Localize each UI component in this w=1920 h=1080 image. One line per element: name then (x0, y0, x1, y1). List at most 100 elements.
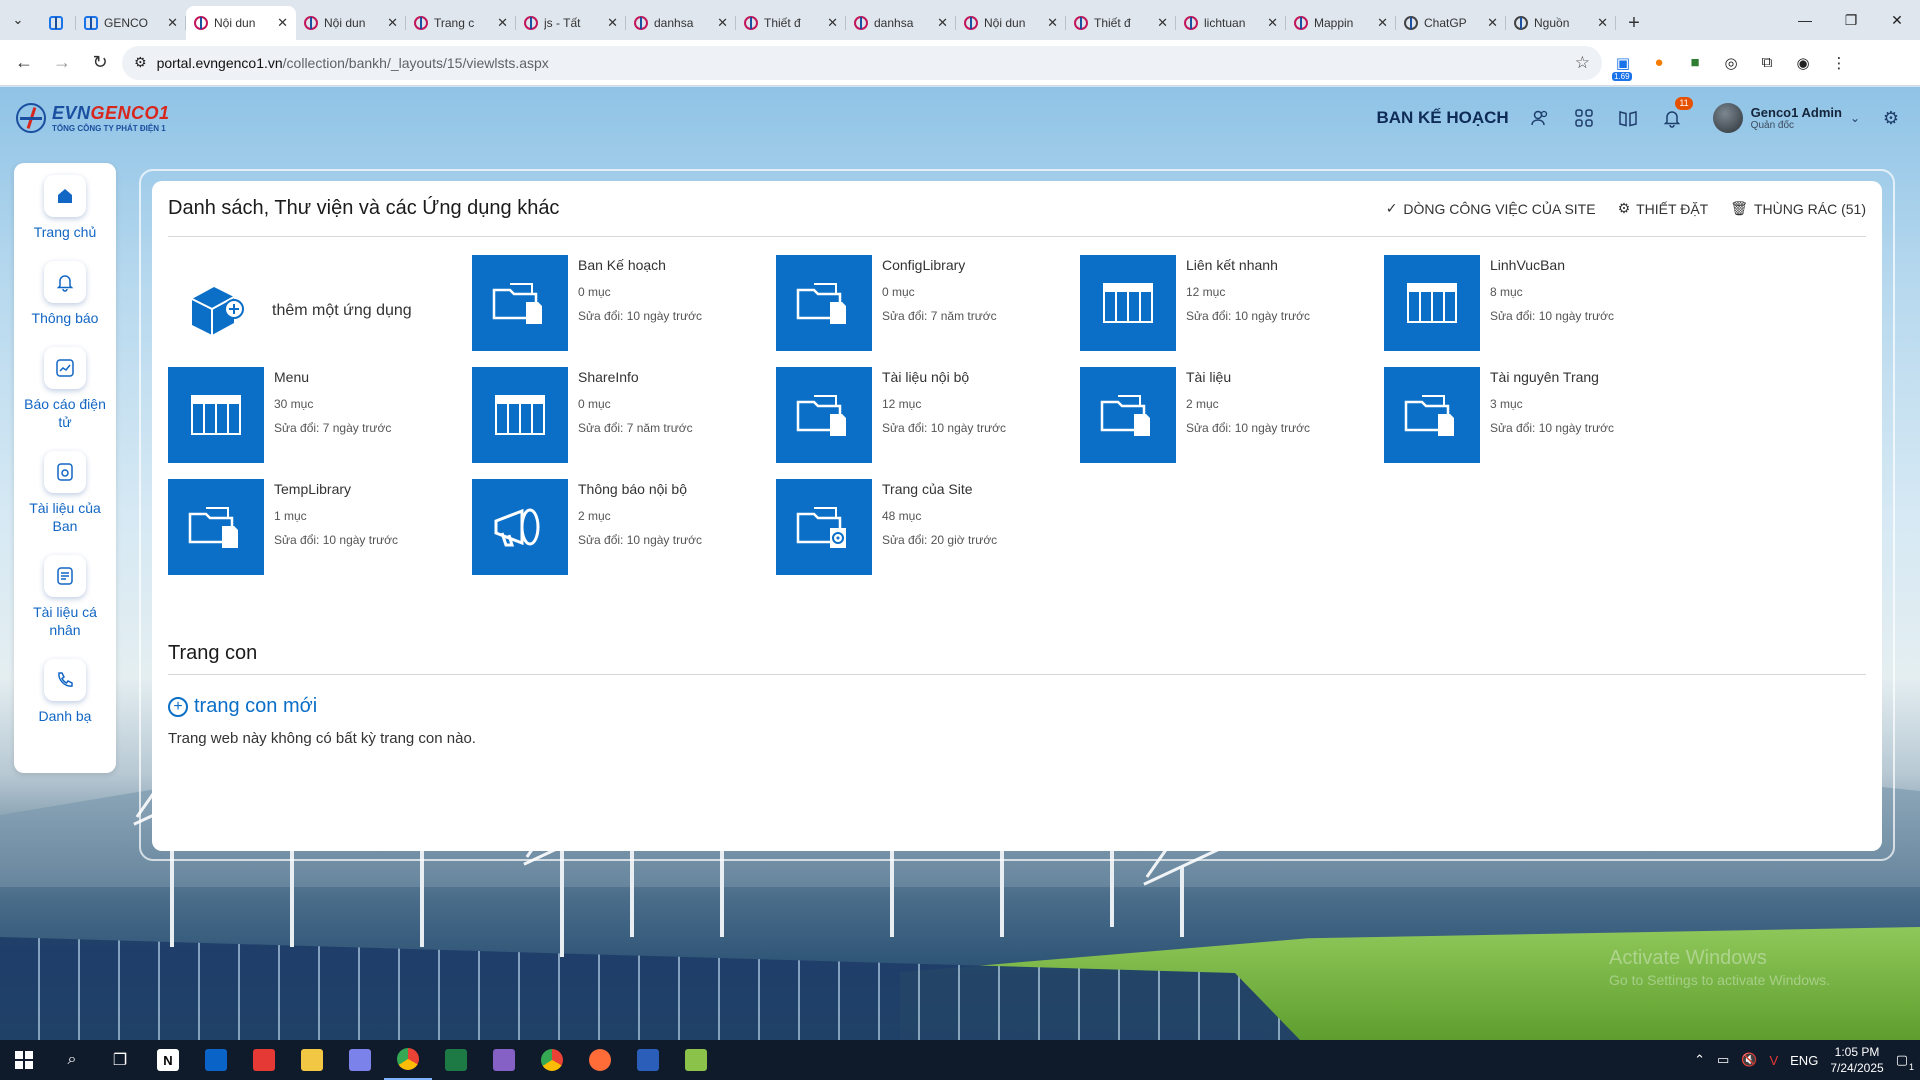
visual-studio-icon[interactable] (480, 1040, 528, 1080)
tile-name[interactable]: Tài nguyên Trang (1490, 369, 1614, 385)
chevron-up-icon[interactable]: ⌃ (1694, 1052, 1705, 1068)
close-tab-icon[interactable]: ✕ (717, 15, 728, 31)
new-tab-button[interactable]: + (1616, 6, 1652, 40)
forward-button[interactable]: → (46, 47, 78, 79)
close-tab-icon[interactable]: ✕ (387, 15, 398, 31)
list-icon[interactable] (168, 367, 264, 463)
browser-tab[interactable]: js - Tất ✕ (516, 6, 626, 40)
apps-grid-icon[interactable] (1571, 105, 1597, 131)
app-tile[interactable]: Liên kết nhanh 12 mục Sửa đổi: 10 ngày trư… (1080, 255, 1384, 367)
app-tile[interactable]: Tài liệu nội bộ 12 mục Sửa đổi: 10 ngày tr… (776, 367, 1080, 479)
volume-muted-icon[interactable]: 🔇 (1741, 1052, 1757, 1068)
browser-tab[interactable] (36, 6, 76, 40)
app-tile[interactable]: LinhVucBan 8 mục Sửa đổi: 10 ngày trước (1384, 255, 1688, 367)
extensions-puzzle-icon[interactable]: ⧉ (1752, 48, 1782, 78)
back-button[interactable]: ← (8, 47, 40, 79)
app-tile[interactable]: TempLibrary 1 mục Sửa đổi: 10 ngày trước (168, 479, 472, 591)
browser-tab[interactable]: Nội dun ✕ (296, 6, 406, 40)
postman-app-icon[interactable] (576, 1040, 624, 1080)
evn-genco1-logo[interactable]: EVNGENCO1 TỔNG CÔNG TY PHÁT ĐIỆN 1 (16, 103, 170, 133)
add-app-tile[interactable]: thêm một ứng dụng (168, 255, 472, 367)
app-tile[interactable]: ConfigLibrary 0 mục Sửa đổi: 7 năm trước (776, 255, 1080, 367)
close-tab-icon[interactable]: ✕ (1157, 15, 1168, 31)
clock[interactable]: 1:05 PM 7/24/2025 (1830, 1044, 1883, 1076)
tile-name[interactable]: Thông báo nội bộ (578, 481, 702, 497)
browser-tab[interactable]: Trang c ✕ (406, 6, 516, 40)
close-tab-icon[interactable]: ✕ (277, 15, 288, 31)
close-tab-icon[interactable]: ✕ (1487, 15, 1498, 31)
chrome-profile-icon[interactable] (528, 1040, 576, 1080)
app-tile[interactable]: Ban Kế hoạch 0 mục Sửa đổi: 10 ngày trước (472, 255, 776, 367)
department-title[interactable]: BAN KẾ HOẠCH (1376, 108, 1508, 128)
task-view-icon[interactable]: ❐ (96, 1040, 144, 1080)
tile-name[interactable]: Tài liệu (1186, 369, 1310, 385)
close-tab-icon[interactable]: ✕ (1047, 15, 1058, 31)
browser-tab[interactable]: Thiết đ ✕ (736, 6, 846, 40)
site-info-icon[interactable]: ⚙ (134, 54, 147, 71)
close-tab-icon[interactable]: ✕ (1597, 15, 1608, 31)
list-icon[interactable] (1384, 255, 1480, 351)
nav-item-e-reports[interactable]: Báo cáo điện tử (14, 347, 116, 431)
browser-menu-icon[interactable]: ⋮ (1824, 48, 1854, 78)
close-tab-icon[interactable]: ✕ (167, 15, 178, 31)
nav-item-notifications[interactable]: Thông báo (14, 261, 116, 327)
tile-name[interactable]: Ban Kế hoạch (578, 257, 702, 273)
excel-app-icon[interactable] (432, 1040, 480, 1080)
people-icon[interactable] (1527, 105, 1553, 131)
start-button[interactable] (0, 1040, 48, 1080)
tile-name[interactable]: TempLibrary (274, 481, 398, 497)
app-tile[interactable]: Trang của Site 48 mục Sửa đổi: 20 giờ trướ… (776, 479, 1080, 591)
site-workflows-link[interactable]: ✓ DÒNG CÔNG VIỆC CỦA SITE (1386, 200, 1596, 217)
close-tab-icon[interactable]: ✕ (497, 15, 508, 31)
megaphone-icon[interactable] (472, 479, 568, 575)
recycle-bin-link[interactable]: 🗑 THÙNG RÁC (51) (1730, 200, 1866, 217)
teams-app-icon[interactable] (336, 1040, 384, 1080)
tile-name[interactable]: Menu (274, 369, 391, 385)
settings-gear-icon[interactable]: ⚙ (1878, 105, 1904, 131)
browser-tab[interactable]: GENCO ✕ (76, 6, 186, 40)
nav-item-home[interactable]: Trang chủ (14, 175, 116, 241)
tile-name[interactable]: Tài liệu nội bộ (882, 369, 1006, 385)
outlook-app-icon[interactable] (192, 1040, 240, 1080)
close-window-button[interactable]: ✕ (1874, 0, 1920, 40)
close-tab-icon[interactable]: ✕ (1267, 15, 1278, 31)
notepadpp-app-icon[interactable] (672, 1040, 720, 1080)
app-tile[interactable]: Tài nguyên Trang 3 mục Sửa đổi: 10 ngày tr… (1384, 367, 1688, 479)
nav-item-contacts[interactable]: Danh bạ (14, 659, 116, 725)
app-tile[interactable]: Menu 30 mục Sửa đổi: 7 ngày trước (168, 367, 472, 479)
notification-bell-icon[interactable]: 11 (1659, 97, 1693, 131)
tile-name[interactable]: LinhVucBan (1490, 257, 1614, 273)
restore-button[interactable]: ❐ (1828, 0, 1874, 40)
extension-globe-icon[interactable]: ◎ (1716, 48, 1746, 78)
book-icon[interactable] (1615, 105, 1641, 131)
close-tab-icon[interactable]: ✕ (937, 15, 948, 31)
profile-icon[interactable]: ◉ (1788, 48, 1818, 78)
extension-green-icon[interactable]: ■ (1680, 48, 1710, 78)
document-library-icon[interactable] (776, 367, 872, 463)
tile-name[interactable]: Trang của Site (882, 481, 997, 497)
language-indicator[interactable]: ENG (1790, 1053, 1818, 1068)
browser-tab[interactable]: Nguồn ✕ (1506, 6, 1616, 40)
document-library-icon[interactable] (168, 479, 264, 575)
extension-counter-icon[interactable]: ▣ 1.69 (1608, 48, 1638, 81)
close-tab-icon[interactable]: ✕ (1377, 15, 1388, 31)
document-library-icon[interactable] (776, 255, 872, 351)
site-settings-link[interactable]: ⚙ THIẾT ĐẶT (1618, 200, 1709, 217)
minimize-button[interactable]: — (1782, 0, 1828, 40)
close-tab-icon[interactable]: ✕ (607, 15, 618, 31)
bookmark-star-icon[interactable]: ☆ (1575, 53, 1590, 73)
browser-tab[interactable]: danhsa ✕ (626, 6, 736, 40)
tile-name[interactable]: ConfigLibrary (882, 257, 997, 273)
list-icon[interactable] (472, 367, 568, 463)
notion-app-icon[interactable]: N (144, 1040, 192, 1080)
browser-tab[interactable]: ChatGP ✕ (1396, 6, 1506, 40)
reload-button[interactable]: ↻ (84, 47, 116, 79)
search-icon[interactable]: ⌕ (48, 1040, 96, 1080)
tile-name[interactable]: Liên kết nhanh (1186, 257, 1310, 273)
tile-name[interactable]: ShareInfo (578, 369, 693, 385)
list-icon[interactable] (1080, 255, 1176, 351)
browser-tab[interactable]: lichtuan ✕ (1176, 6, 1286, 40)
extension-orange-icon[interactable]: ● (1644, 48, 1674, 78)
vivaldi-tray-icon[interactable]: V (1769, 1053, 1778, 1068)
close-tab-icon[interactable]: ✕ (827, 15, 838, 31)
